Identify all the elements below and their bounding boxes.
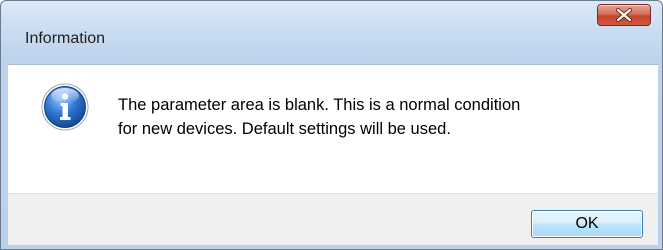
- title-bar[interactable]: Information: [1, 1, 662, 47]
- dialog-content: The parameter area is blank. This is a n…: [8, 64, 658, 193]
- information-dialog: Information The parameter area is blank.…: [0, 0, 663, 250]
- close-button[interactable]: [597, 4, 651, 26]
- message-line-2: for new devices. Default settings will b…: [118, 120, 451, 138]
- ok-button[interactable]: OK: [531, 210, 643, 238]
- dialog-title: Information: [25, 30, 106, 47]
- dialog-footer: OK: [8, 193, 658, 245]
- info-icon: [41, 83, 89, 131]
- message-line-1: The parameter area is blank. This is a n…: [118, 96, 521, 114]
- window-bottom-frame: [1, 244, 662, 250]
- close-icon: [616, 8, 632, 22]
- dialog-message: The parameter area is blank. This is a n…: [118, 93, 638, 141]
